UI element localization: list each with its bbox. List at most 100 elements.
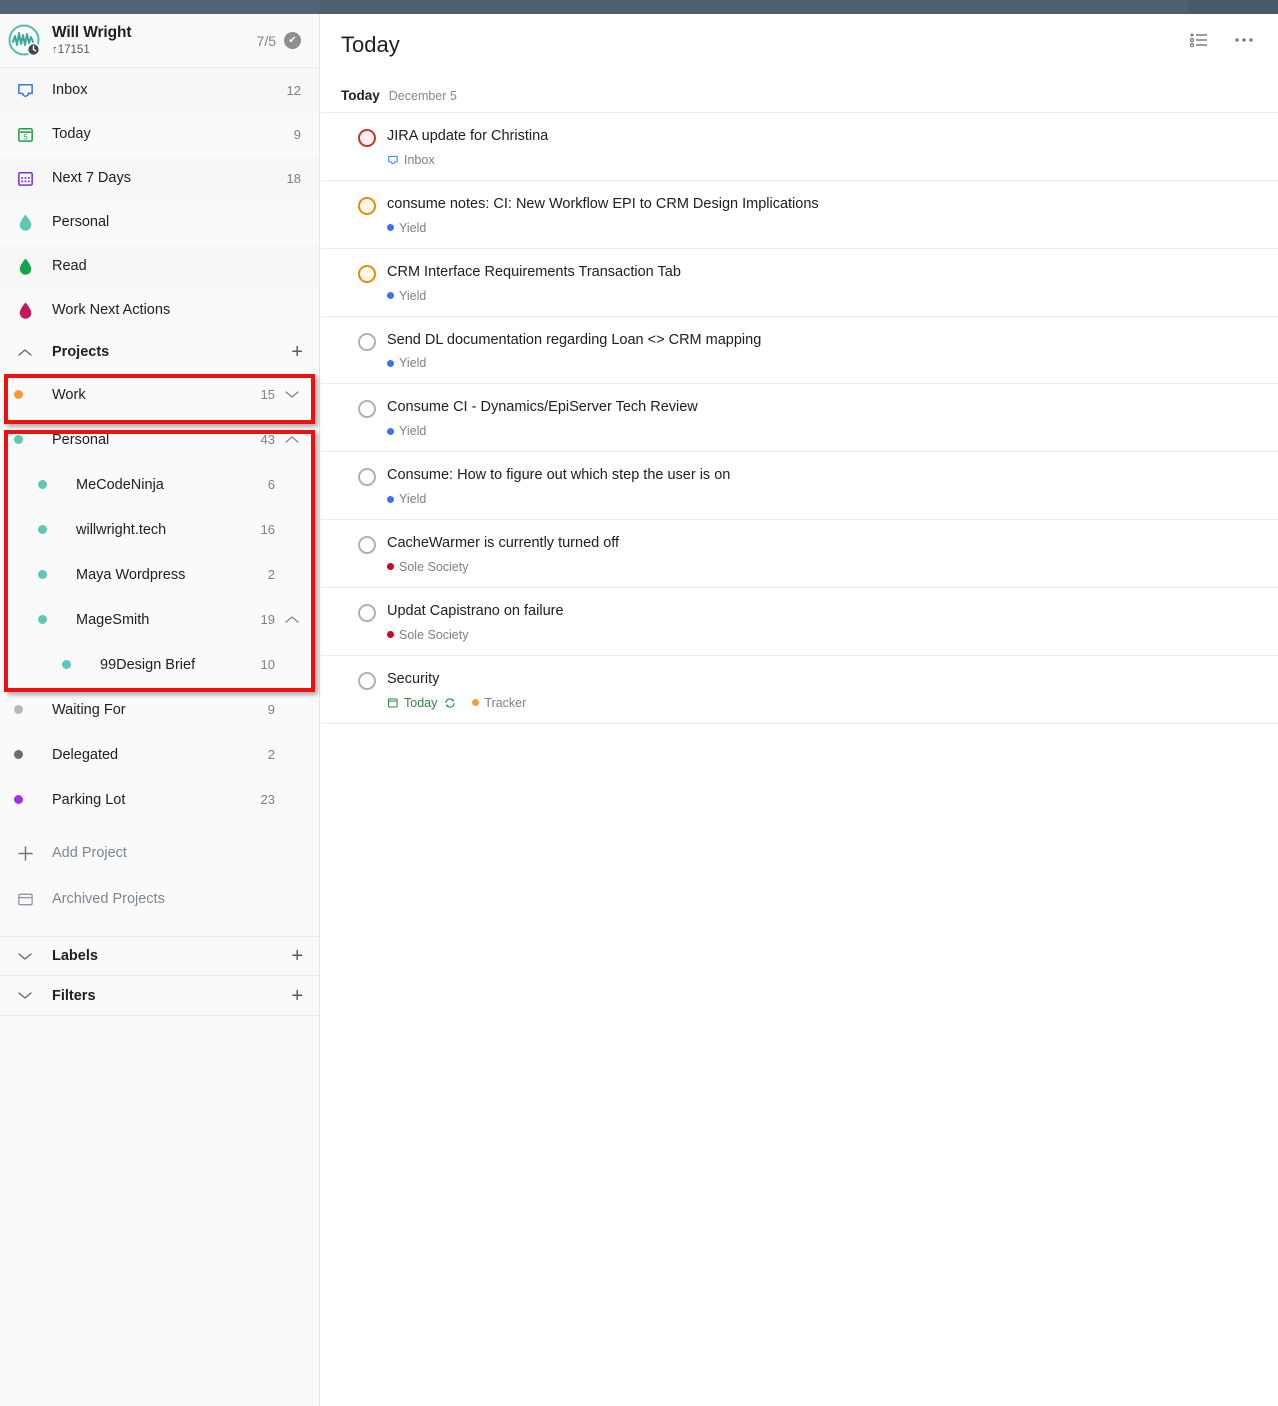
task-checkbox[interactable]: [358, 400, 376, 419]
project-label: Maya Wordpress: [76, 566, 186, 583]
sidebar-project-willwright-tech[interactable]: willwright.tech 16: [0, 507, 319, 552]
task-row[interactable]: Consume CI - Dynamics/EpiServer Tech Rev…: [321, 384, 1278, 453]
task-row[interactable]: consume notes: CI: New Workflow EPI to C…: [321, 181, 1278, 249]
chevron-up-icon[interactable]: [281, 435, 303, 444]
sidebar-project-maya-wordpress[interactable]: Maya Wordpress 2: [0, 552, 319, 597]
task-project-badge[interactable]: Sole Society: [387, 628, 468, 642]
task-row[interactable]: CRM Interface Requirements Transaction T…: [321, 249, 1278, 317]
task-body: Consume: How to figure out which step th…: [387, 466, 1258, 506]
chevron-down-icon[interactable]: [14, 952, 36, 961]
list-view-icon[interactable]: [1190, 32, 1208, 48]
task-project-badge[interactable]: Yield: [387, 289, 426, 303]
task-due-date-label: Today: [404, 695, 438, 710]
projects-section-title: Projects: [52, 344, 110, 360]
task-due-date-badge[interactable]: Today: [387, 696, 456, 710]
add-project-plus-icon[interactable]: +: [291, 342, 303, 362]
task-project-badge[interactable]: Yield: [387, 492, 426, 506]
sidebar-project-magesmith[interactable]: MageSmith 19: [0, 597, 319, 642]
sidebar-item-read-filter[interactable]: Read: [0, 244, 319, 288]
filters-section-header[interactable]: Filters +: [0, 976, 319, 1016]
project-color-dot: [387, 359, 394, 367]
sidebar-item-label: Inbox: [52, 82, 88, 98]
sidebar-project-mecodeninja[interactable]: MeCodeNinja 6: [0, 462, 319, 507]
label-drop-icon: [14, 211, 36, 233]
task-body: Updat Capistrano on failure Sole Society: [387, 602, 1258, 642]
task-title: Send DL documentation regarding Loan <> …: [387, 331, 762, 348]
sidebar-project-delegated[interactable]: Delegated 2: [0, 732, 319, 777]
task-checkbox[interactable]: [358, 536, 376, 555]
task-row[interactable]: Consume: How to figure out which step th…: [321, 452, 1278, 521]
task-body: consume notes: CI: New Workflow EPI to C…: [387, 195, 1258, 235]
task-project-badge[interactable]: Tracker: [472, 696, 526, 710]
task-project-badge[interactable]: Yield: [387, 221, 426, 235]
task-row[interactable]: Send DL documentation regarding Loan <> …: [321, 317, 1278, 385]
task-inbox-badge[interactable]: Inbox: [387, 153, 435, 167]
project-label: Parking Lot: [52, 791, 126, 808]
sidebar-item-personal-filter[interactable]: Personal: [0, 200, 319, 244]
task-checkbox-priority-2[interactable]: [358, 196, 376, 215]
title-bar-window-controls[interactable]: [1188, 0, 1278, 14]
sidebar-item-count: 18: [286, 170, 301, 186]
task-checkbox-priority-1[interactable]: [358, 129, 376, 147]
project-count: 6: [267, 477, 275, 492]
sidebar-project-waiting-for[interactable]: Waiting For 9: [0, 687, 319, 732]
sidebar-item-work-next-actions-filter[interactable]: Work Next Actions: [0, 288, 319, 332]
archived-projects-button[interactable]: Archived Projects: [0, 876, 319, 922]
project-count: 23: [260, 792, 275, 807]
project-count: 16: [260, 522, 275, 537]
task-checkbox[interactable]: [358, 332, 376, 351]
add-filter-plus-icon[interactable]: +: [291, 986, 303, 1006]
user-karma: ↑17151: [52, 43, 90, 56]
sidebar-project-work[interactable]: Work 15: [0, 372, 319, 417]
sidebar-item-label: Personal: [52, 214, 110, 230]
recurring-icon: [445, 697, 455, 708]
task-meta: Yield: [387, 356, 1258, 370]
task-project-badge[interactable]: Sole Society: [387, 560, 468, 574]
chevron-up-icon[interactable]: [281, 615, 303, 624]
sidebar-project-parking-lot[interactable]: Parking Lot 23: [0, 777, 319, 822]
add-project-button[interactable]: Add Project: [0, 830, 319, 876]
task-checkbox[interactable]: [358, 671, 376, 690]
project-count: 9: [267, 702, 275, 717]
task-row[interactable]: Security Today Tracker: [321, 656, 1278, 724]
task-list: JIRA update for Christina Inbox consume …: [321, 113, 1278, 724]
title-bar-left-pane: [0, 0, 320, 14]
project-color-dot: [14, 705, 36, 714]
task-title: CRM Interface Requirements Transaction T…: [387, 263, 681, 280]
project-color-dot: [387, 224, 394, 232]
sidebar-item-label: Today: [52, 126, 91, 142]
task-project-label: Sole Society: [399, 559, 469, 574]
user-profile-row[interactable]: Will Wright ↑17151 7/5 ✔: [0, 14, 319, 68]
project-color-dot: [38, 525, 60, 534]
sidebar-item-label: Work Next Actions: [52, 302, 171, 318]
avatar[interactable]: [8, 24, 42, 58]
sidebar-project-99design-brief[interactable]: 99Design Brief 10: [0, 642, 319, 687]
sidebar-item-next-7-days[interactable]: Next 7 Days 18: [0, 156, 319, 200]
main-header: Today: [321, 14, 1278, 76]
add-label-plus-icon[interactable]: +: [291, 946, 303, 966]
task-checkbox[interactable]: [358, 603, 376, 622]
more-horizontal-icon[interactable]: [1234, 37, 1254, 43]
projects-section-header[interactable]: Projects +: [0, 332, 319, 372]
project-label: 99Design Brief: [100, 656, 196, 673]
task-checkbox[interactable]: [358, 468, 376, 487]
labels-section-header[interactable]: Labels +: [0, 936, 319, 976]
task-row[interactable]: JIRA update for Christina Inbox: [321, 113, 1278, 181]
task-row[interactable]: CacheWarmer is currently turned off Sole…: [321, 520, 1278, 588]
task-row[interactable]: Updat Capistrano on failure Sole Society: [321, 588, 1278, 656]
chevron-down-icon[interactable]: [281, 390, 303, 399]
inbox-icon: [388, 155, 398, 164]
project-label: Work: [52, 386, 86, 403]
task-project-badge[interactable]: Yield: [387, 356, 426, 370]
main-content: Today Today December 5 JIRA update for C…: [321, 14, 1278, 1406]
sidebar-project-personal[interactable]: Personal 43: [0, 417, 319, 462]
sidebar-item-today[interactable]: 5 Today 9: [0, 112, 319, 156]
chevron-down-icon[interactable]: [14, 991, 36, 1000]
task-project-badge[interactable]: Yield: [387, 424, 426, 438]
task-meta: Yield: [387, 492, 1258, 506]
task-meta: Yield: [387, 424, 1258, 438]
sidebar-item-inbox[interactable]: Inbox 12: [0, 68, 319, 112]
task-checkbox-priority-2[interactable]: [358, 264, 376, 283]
project-color-dot: [14, 795, 36, 804]
chevron-up-icon[interactable]: [14, 348, 36, 357]
